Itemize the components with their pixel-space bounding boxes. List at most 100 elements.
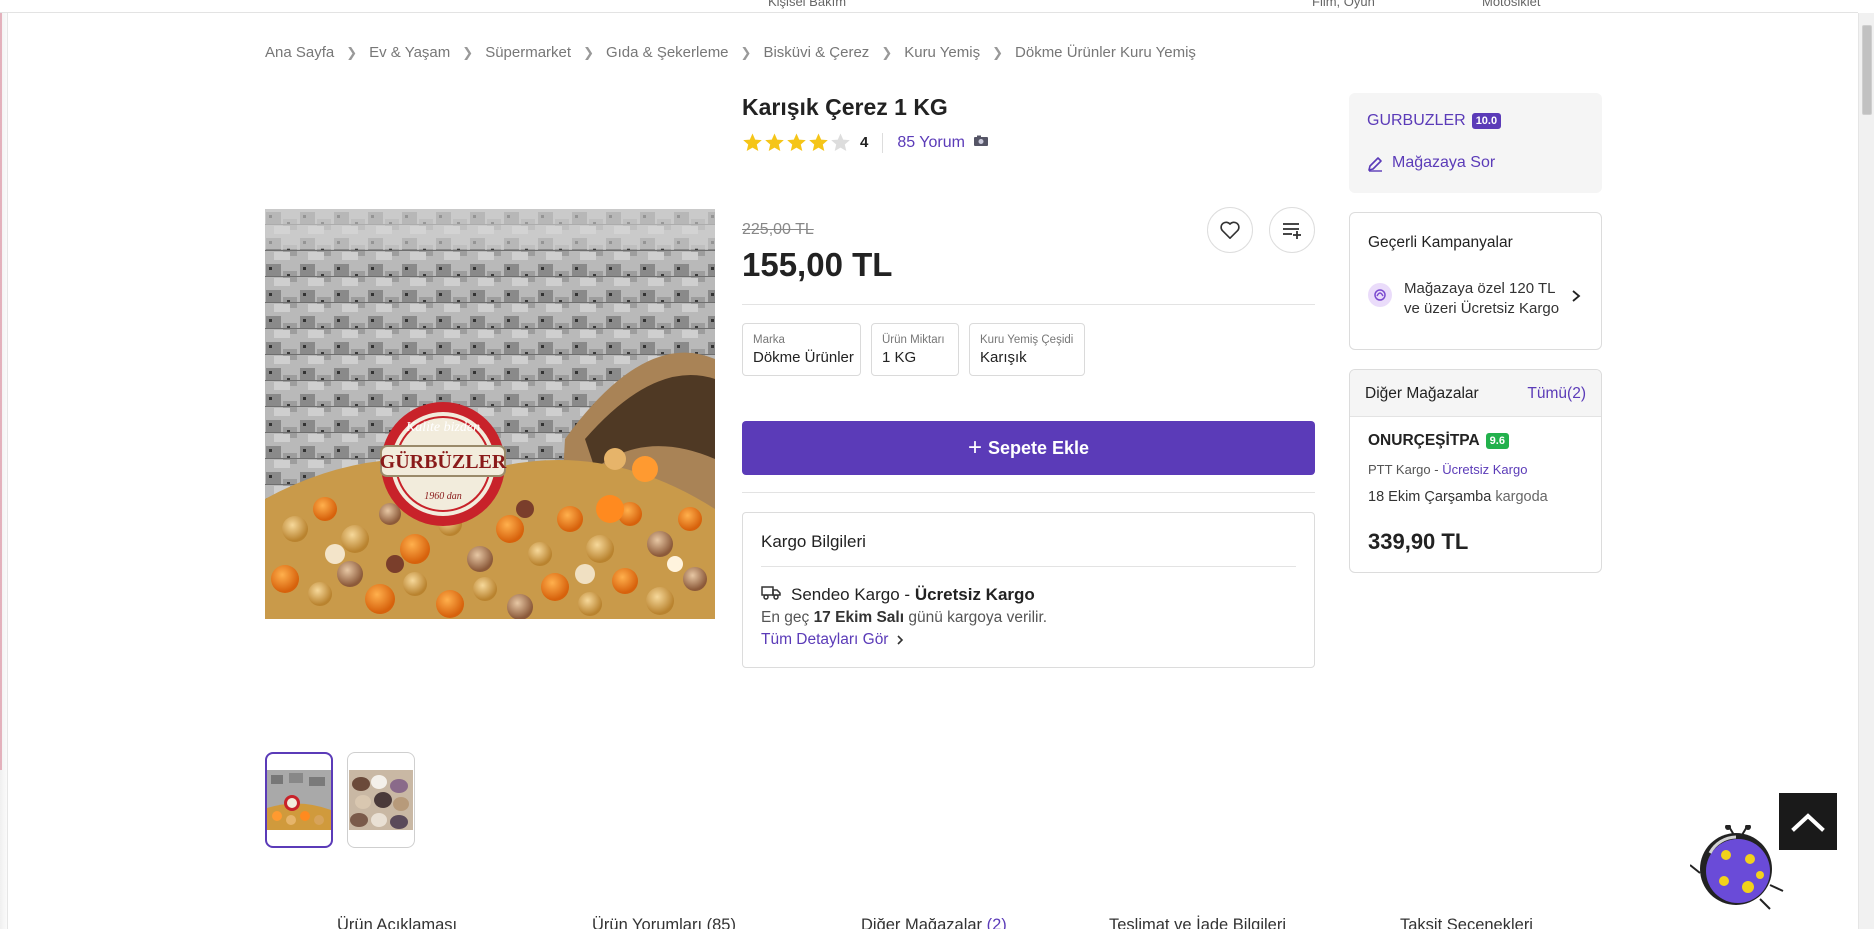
campaign-text: Mağazaya özel 120 TL ve üzeri Ücretsiz K…: [1404, 280, 1560, 317]
truck-icon: [761, 585, 781, 605]
spec-value: Dökme Ürünler: [753, 349, 854, 366]
other-sellers-header: Diğer Mağazalar Tümü(2): [1350, 370, 1601, 417]
chevron-right-icon: ❯: [881, 44, 893, 60]
star-icon: [765, 133, 784, 151]
thumbnail-image: [349, 770, 413, 830]
other-seller-free-cargo: Ücretsiz Kargo: [1442, 462, 1528, 477]
breadcrumb-ana-sayfa[interactable]: Ana Sayfa: [265, 44, 334, 61]
image-brand-text: GÜRBÜZLER: [380, 450, 507, 473]
shipping-carrier: Sendeo Kargo: [791, 585, 900, 604]
tab-label: Ürün Açıklaması: [337, 916, 458, 929]
seller-name: GURBUZLER: [1367, 112, 1466, 129]
eta-suffix: günü kargoya verilir.: [904, 609, 1048, 626]
tab-label: Taksit Seçenekleri: [1400, 916, 1533, 929]
tab-label: Teslimat ve İade Bilgileri: [1109, 916, 1286, 929]
product-main-image[interactable]: GÜRBÜZLER Kalite bizden 1960 dan: [265, 209, 715, 619]
scrollbar-thumb[interactable]: [1862, 25, 1872, 115]
tab-count: (2): [986, 916, 1007, 929]
divider: [761, 566, 1296, 567]
breadcrumb-dokme-urunler[interactable]: Dökme Ürünler Kuru Yemiş: [1015, 44, 1196, 61]
chevron-right-icon: ❯: [583, 44, 594, 60]
chevron-right-icon: ❯: [346, 44, 358, 60]
thumbnail-2[interactable]: [347, 752, 415, 848]
tab-label: Ürün Yorumları (85): [592, 916, 736, 929]
current-price: 155,00 TL: [742, 246, 893, 283]
thumbnail-strip: [265, 752, 415, 848]
star-icon: [743, 133, 762, 151]
old-price: 225,00 TL: [742, 221, 814, 238]
spec-chip-urun-miktari: Ürün Miktarı 1 KG: [871, 323, 959, 376]
spec-label: Marka: [753, 334, 785, 346]
image-slogan-text: Kalite bizden: [405, 420, 480, 435]
tab-urun-aciklamasi[interactable]: Ürün Açıklaması: [337, 916, 457, 929]
shipping-carrier-row: Sendeo Kargo - Ücretsiz Kargo: [761, 585, 1035, 605]
add-to-list-button[interactable]: [1269, 207, 1315, 253]
other-seller-name: ONURÇEŞİTPA: [1368, 432, 1480, 449]
rating-divider: [882, 132, 884, 153]
spec-chips: Marka Dökme Ürünler Ürün Miktarı 1 KG Ku…: [742, 323, 1085, 376]
other-seller-cargo: PTT Kargo - Ücretsiz Kargo: [1368, 462, 1527, 477]
seller-name-link[interactable]: GURBUZLER 10.0: [1367, 112, 1502, 130]
breadcrumb-biskuvi-cerez[interactable]: Bisküvi & Çerez: [763, 44, 869, 61]
chevron-right-icon: [1572, 290, 1581, 302]
ask-store-link[interactable]: Mağazaya Sor: [1367, 154, 1495, 172]
add-to-cart-button[interactable]: + Sepete Ekle: [742, 421, 1315, 475]
shipping-details-link[interactable]: Tüm Detayları Gör: [761, 631, 906, 649]
breadcrumb-kuru-yemis[interactable]: Kuru Yemiş: [904, 44, 980, 61]
favorite-button[interactable]: [1207, 207, 1253, 253]
top-category-strip: Kişisel Bakım Film, Oyun Motosiklet: [0, 0, 1858, 13]
camera-icon: [973, 134, 989, 152]
shipping-title: Kargo Bilgileri: [761, 532, 866, 551]
other-seller-date: 18 Ekim Çarşamba kargoda: [1368, 489, 1548, 505]
spec-chip-marka: Marka Dökme Ürünler: [742, 323, 861, 376]
ladybug-icon: [1689, 824, 1784, 910]
pencil-icon: [1368, 156, 1382, 172]
thumbnail-1[interactable]: [265, 752, 333, 848]
eta-date: 17 Ekim Salı: [813, 609, 905, 626]
ask-store-label: Mağazaya Sor: [1392, 154, 1496, 171]
ladybug-assistant-button[interactable]: [1689, 824, 1785, 910]
scroll-to-top-button[interactable]: [1779, 793, 1837, 850]
campaign-item[interactable]: Mağazaya özel 120 TL ve üzeri Ücretsiz K…: [1368, 279, 1588, 319]
other-sellers-all-link[interactable]: Tümü(2): [1527, 385, 1586, 403]
list-add-icon: [1283, 223, 1301, 239]
eta-prefix: En geç: [761, 609, 814, 626]
shipping-info-box: Kargo Bilgileri Sendeo Kargo - Ücretsiz …: [742, 512, 1315, 668]
other-seller-date-value: 18 Ekim Çarşamba: [1368, 489, 1492, 505]
top-category-motosiklet[interactable]: Motosiklet: [1482, 0, 1541, 9]
product-tabs: Ürün Açıklaması Ürün Yorumları (85) Diğe…: [0, 914, 1858, 929]
details-link-label: Tüm Detayları Gör: [761, 631, 889, 648]
other-seller-price: 339,90 TL: [1368, 529, 1469, 554]
top-category-kisisel-bakim[interactable]: Kişisel Bakım: [768, 0, 846, 9]
breadcrumb-supermarket[interactable]: Süpermarket: [485, 44, 571, 61]
tab-urun-yorumlari[interactable]: Ürün Yorumları (85): [592, 916, 736, 929]
spec-value: Karışık: [980, 349, 1027, 366]
rating-score: 4: [860, 134, 869, 151]
other-seller-score-badge: 9.6: [1485, 433, 1509, 449]
shipping-eta: En geç 17 Ekim Salı günü kargoya verilir…: [761, 609, 1047, 627]
chevron-up-icon: [1791, 812, 1825, 832]
breadcrumb-gida-sekerleme[interactable]: Gıda & Şekerleme: [606, 44, 729, 61]
top-category-film-oyun[interactable]: Film, Oyun: [1312, 0, 1375, 9]
product-title: Karışık Çerez 1 KG: [742, 94, 948, 120]
breadcrumb-ev-yasam[interactable]: Ev & Yaşam: [369, 44, 450, 61]
other-seller-cargo-name: PTT Kargo -: [1368, 462, 1443, 477]
chevron-right-icon: [897, 635, 904, 645]
free-shipping-label: Ücretsiz Kargo: [914, 585, 1035, 604]
chevron-right-icon: ❯: [740, 44, 752, 60]
spec-label: Ürün Miktarı: [882, 334, 945, 346]
campaign-icon: [1368, 283, 1392, 307]
heart-icon: [1220, 221, 1240, 239]
tab-diger-magazalar[interactable]: Diğer Mağazalar (2): [861, 916, 1007, 929]
seller-card: GURBUZLER 10.0 Mağazaya Sor: [1349, 93, 1602, 193]
campaigns-title: Geçerli Kampanyalar: [1368, 234, 1513, 251]
thumbnail-image: [267, 770, 331, 830]
reviews-link[interactable]: 85 Yorum: [897, 134, 965, 152]
breadcrumb: Ana Sayfa ❯ Ev & Yaşam ❯ Süpermarket ❯ G…: [265, 44, 1196, 61]
tab-teslimat-iade[interactable]: Teslimat ve İade Bilgileri: [1109, 916, 1286, 929]
plus-icon: +: [967, 434, 982, 461]
page-scrollbar[interactable]: [1858, 13, 1874, 929]
tab-taksit-secenekleri[interactable]: Taksit Seçenekleri: [1400, 916, 1533, 929]
other-seller-date-suffix: kargoda: [1491, 489, 1548, 505]
other-seller-name-link[interactable]: ONURÇEŞİTPA 9.6: [1368, 432, 1509, 450]
